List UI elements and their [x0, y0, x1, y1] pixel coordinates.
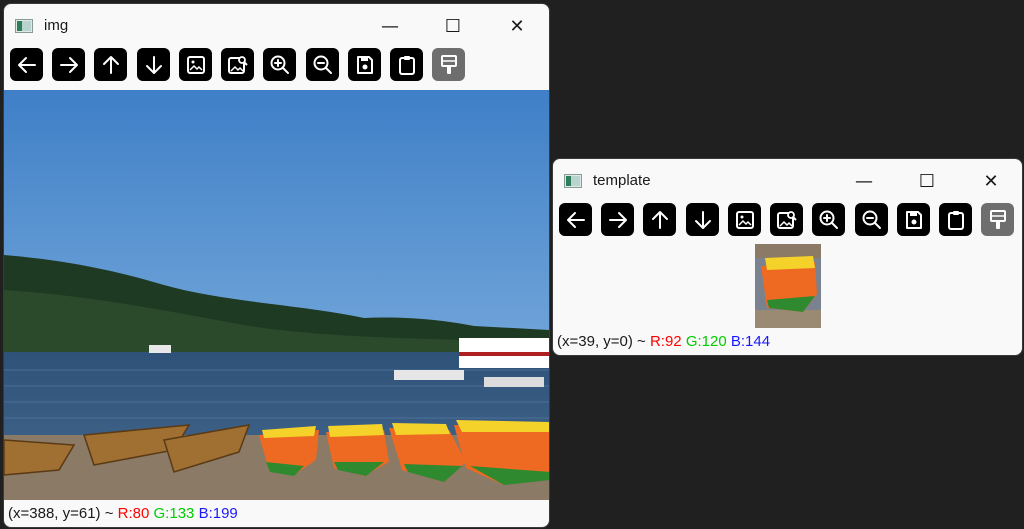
template-window: template — ☐ ✕ (x=39, y=0) ~ R:92 G:120 …: [552, 158, 1023, 356]
down-button[interactable]: [686, 203, 719, 236]
copy-clipboard-button[interactable]: [939, 203, 972, 236]
arrow-right-icon: [59, 56, 78, 73]
template-titlebar[interactable]: template — ☐ ✕: [553, 159, 1022, 203]
maximize-button[interactable]: ☐: [430, 11, 476, 43]
img-status-bar: (x=388, y=61) ~ R:80 G:133 B:199: [8, 505, 238, 522]
blue-value: B:144: [730, 333, 771, 350]
paint-brush-icon: [440, 54, 457, 74]
cursor-coords: (x=388, y=61) ~: [8, 505, 118, 522]
template-photo: [755, 244, 821, 328]
image-search-icon: [776, 210, 797, 229]
up-button[interactable]: [643, 203, 676, 236]
zoom-out-icon: [862, 210, 881, 229]
arrow-right-icon: [608, 211, 627, 228]
green-value: G:120: [685, 333, 727, 350]
fit-image-button[interactable]: [728, 203, 761, 236]
zoom-in-button[interactable]: [812, 203, 845, 236]
arrow-left-icon: [17, 56, 36, 73]
image-canvas[interactable]: [4, 90, 549, 500]
window-title: img: [44, 17, 69, 34]
arrow-down-icon: [694, 210, 711, 229]
copy-clipboard-button[interactable]: [390, 48, 423, 81]
save-icon: [356, 55, 373, 74]
up-button[interactable]: [94, 48, 127, 81]
image-icon: [735, 210, 754, 229]
properties-button[interactable]: [981, 203, 1014, 236]
arrow-up-icon: [102, 55, 119, 74]
zoom-out-button[interactable]: [306, 48, 339, 81]
close-button[interactable]: ✕: [494, 11, 540, 43]
arrow-down-icon: [145, 55, 162, 74]
close-button[interactable]: ✕: [968, 166, 1014, 198]
zoom-in-button[interactable]: [263, 48, 296, 81]
prev-button[interactable]: [559, 203, 592, 236]
image-icon: [186, 55, 205, 74]
next-button[interactable]: [52, 48, 85, 81]
image-zoom-button[interactable]: [770, 203, 803, 236]
properties-button[interactable]: [432, 48, 465, 81]
arrow-up-icon: [651, 210, 668, 229]
maximize-button[interactable]: ☐: [904, 166, 950, 198]
window-title: template: [593, 172, 651, 189]
template-canvas[interactable]: [755, 244, 821, 328]
save-icon: [905, 210, 922, 229]
clipboard-icon: [398, 55, 415, 75]
minimize-button[interactable]: —: [841, 166, 887, 198]
clipboard-icon: [947, 210, 964, 230]
img-titlebar[interactable]: img — ☐ ✕: [4, 4, 549, 48]
save-button[interactable]: [348, 48, 381, 81]
zoom-out-icon: [313, 55, 332, 74]
minimize-button[interactable]: —: [367, 11, 413, 43]
zoom-out-button[interactable]: [855, 203, 888, 236]
blue-value: B:199: [198, 505, 238, 522]
cursor-coords: (x=39, y=0) ~: [557, 333, 650, 350]
green-value: G:133: [153, 505, 195, 522]
next-button[interactable]: [601, 203, 634, 236]
img-window: img — ☐ ✕ (x=388, y=61) ~ R:80 G:133 B:1…: [3, 3, 550, 528]
zoom-in-icon: [819, 210, 838, 229]
red-value: R:92: [649, 333, 682, 350]
image-search-icon: [227, 55, 248, 74]
zoom-in-icon: [270, 55, 289, 74]
red-value: R:80: [117, 505, 150, 522]
image-zoom-button[interactable]: [221, 48, 254, 81]
save-button[interactable]: [897, 203, 930, 236]
prev-button[interactable]: [10, 48, 43, 81]
lake-photo: [4, 90, 549, 500]
fit-image-button[interactable]: [179, 48, 212, 81]
down-button[interactable]: [137, 48, 170, 81]
app-icon: [15, 19, 33, 33]
arrow-left-icon: [566, 211, 585, 228]
app-icon: [564, 174, 582, 188]
template-status-bar: (x=39, y=0) ~ R:92 G:120 B:144: [557, 333, 770, 350]
paint-brush-icon: [989, 209, 1006, 229]
